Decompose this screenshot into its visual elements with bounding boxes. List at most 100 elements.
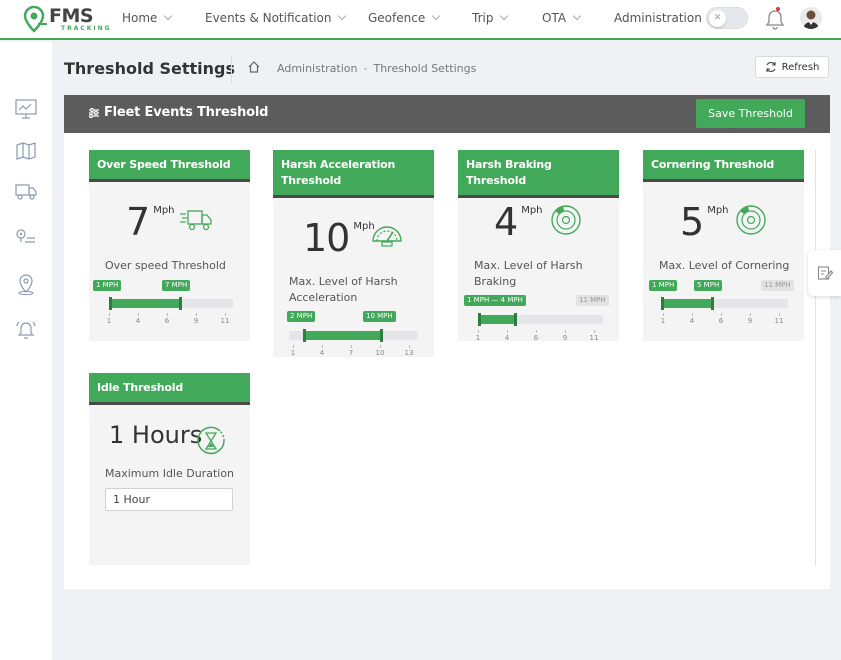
brake-disc-icon bbox=[736, 205, 766, 235]
location-pin-icon[interactable] bbox=[14, 272, 38, 296]
chevron-down-icon bbox=[338, 11, 347, 21]
card-label: Max. Level of Harsh Acceleration bbox=[289, 275, 398, 304]
value-unit: Mph bbox=[521, 205, 543, 216]
slider-limit-tag: 11 MPH bbox=[576, 295, 609, 306]
over-speed-card: Over Speed Threshold 7 Mph Over speed Thr… bbox=[89, 150, 250, 341]
nav-home-label: Home bbox=[122, 11, 158, 25]
slider-max-handle[interactable] bbox=[179, 297, 182, 310]
slider-max-tag: 10 MPH bbox=[363, 311, 396, 322]
top-navbar: FMS TRACKING Home Events & Notification … bbox=[0, 0, 841, 40]
breadcrumb-separator: - bbox=[363, 62, 368, 75]
edit-note-icon bbox=[817, 266, 833, 280]
over-speed-slider[interactable] bbox=[109, 297, 233, 310]
home-icon[interactable] bbox=[247, 60, 261, 74]
breadcrumb-current: Threshold Settings bbox=[373, 62, 477, 75]
tick-label: 1 bbox=[660, 317, 666, 325]
breadcrumb-administration[interactable]: Administration bbox=[277, 62, 358, 75]
refresh-icon bbox=[766, 62, 776, 72]
slider-max-handle[interactable] bbox=[380, 329, 383, 342]
tick-label: 9 bbox=[193, 317, 199, 325]
refresh-button[interactable]: Refresh bbox=[755, 56, 829, 78]
tick-label: 1 bbox=[475, 334, 481, 342]
harsh-acceleration-card: Harsh Acceleration Threshold 10 Mph Max. … bbox=[273, 150, 434, 357]
tick-label: 9 bbox=[747, 317, 753, 325]
slider-ticks: 1 4 6 9 11 bbox=[106, 313, 233, 325]
tick-label: 4 bbox=[689, 317, 695, 325]
chevron-down-icon bbox=[431, 11, 441, 21]
user-avatar-icon bbox=[803, 10, 819, 29]
value-unit: Mph bbox=[707, 205, 729, 216]
close-icon: ✕ bbox=[709, 10, 726, 27]
nav-ota[interactable]: OTA bbox=[542, 11, 582, 25]
slider-min-tag: 1 MPH bbox=[93, 280, 122, 291]
user-avatar[interactable] bbox=[800, 7, 822, 29]
slider-ticks: 1 4 6 9 11 bbox=[475, 330, 602, 342]
sliders-icon bbox=[89, 107, 99, 118]
theme-toggle[interactable]: ✕ bbox=[706, 7, 748, 29]
slider-ticks: 1 4 6 9 11 bbox=[660, 313, 787, 325]
save-threshold-button[interactable]: Save Threshold bbox=[696, 99, 805, 128]
tick-label: 13 bbox=[404, 349, 414, 357]
value-number: 5 bbox=[680, 200, 704, 244]
dashboard-monitor-icon[interactable] bbox=[14, 98, 38, 120]
slider-min-handle[interactable] bbox=[303, 329, 306, 342]
slider-range bbox=[109, 299, 181, 308]
breadcrumb: Administration - Threshold Settings bbox=[277, 62, 476, 75]
card-value: 1 Hours bbox=[109, 421, 202, 449]
cornering-slider[interactable] bbox=[661, 297, 788, 310]
idle-card: Idle Threshold 1 Hours Maximum Idle Dura… bbox=[89, 373, 250, 565]
map-icon[interactable] bbox=[14, 140, 38, 162]
speedometer-icon bbox=[372, 226, 402, 247]
brand-subtitle: TRACKING bbox=[61, 25, 112, 32]
harsh-braking-card: Harsh Braking Threshold 4 Mph Max. Level … bbox=[458, 150, 619, 342]
brand-name: FMS bbox=[49, 5, 94, 27]
slider-range bbox=[478, 315, 515, 324]
location-pin-logo-icon bbox=[23, 5, 47, 33]
panel-divider bbox=[815, 150, 816, 566]
nav-administration[interactable]: Administration bbox=[614, 11, 702, 25]
tick-label: 11 bbox=[774, 317, 784, 325]
tick-label: 1 bbox=[106, 317, 112, 325]
idle-duration-input[interactable]: 1 Hour bbox=[105, 488, 233, 511]
nav-events-notification[interactable]: Events & Notification bbox=[205, 11, 347, 25]
panel-title: Fleet Events Threshold bbox=[88, 105, 268, 120]
hourglass-icon bbox=[197, 426, 225, 455]
chevron-down-icon bbox=[164, 11, 173, 21]
nav-trip[interactable]: Trip bbox=[472, 11, 509, 25]
tick-label: 10 bbox=[375, 349, 385, 357]
nav-geofence[interactable]: Geofence bbox=[368, 11, 441, 25]
tick-label: 7 bbox=[348, 349, 354, 357]
nav-ota-label: OTA bbox=[542, 11, 567, 25]
slider-min-tag: 1 MPH bbox=[649, 280, 678, 291]
slider-range bbox=[661, 299, 712, 308]
slider-min-tag: 2 MPH bbox=[287, 311, 316, 322]
slider-max-handle[interactable] bbox=[514, 313, 517, 326]
route-icon[interactable] bbox=[14, 226, 38, 248]
nav-trip-label: Trip bbox=[472, 11, 494, 25]
floating-edit-button[interactable] bbox=[808, 250, 841, 296]
card-title: Over Speed Threshold bbox=[89, 150, 250, 182]
card-label: Max. Level of Harsh Braking bbox=[474, 259, 583, 288]
nav-geofence-label: Geofence bbox=[368, 11, 426, 25]
slider-limit-tag: 11 MPH bbox=[761, 280, 794, 291]
cornering-card: Cornering Threshold 5 Mph Max. Level of C… bbox=[643, 150, 804, 341]
bell-icon[interactable] bbox=[765, 7, 785, 31]
truck-icon[interactable] bbox=[14, 180, 38, 202]
nav-home[interactable]: Home bbox=[122, 11, 173, 25]
card-value: 5 Mph bbox=[680, 200, 729, 244]
nav-administration-label: Administration bbox=[614, 11, 702, 25]
harsh-braking-slider[interactable] bbox=[478, 313, 603, 326]
slider-min-handle[interactable] bbox=[661, 297, 664, 310]
slider-min-handle[interactable] bbox=[478, 313, 481, 326]
tick-label: 6 bbox=[533, 334, 539, 342]
nav-events-label: Events & Notification bbox=[205, 11, 332, 25]
slider-min-handle[interactable] bbox=[109, 297, 112, 310]
alarm-bell-icon[interactable] bbox=[14, 318, 38, 342]
slider-ticks: 1 4 7 10 13 bbox=[291, 345, 417, 357]
card-value: 10 Mph bbox=[303, 216, 375, 260]
card-title: Cornering Threshold bbox=[643, 150, 804, 182]
page-header: Threshold Settings Administration - Thresh… bbox=[64, 56, 830, 84]
panel-title-text: Fleet Events Threshold bbox=[104, 105, 269, 120]
harsh-acceleration-slider[interactable] bbox=[289, 329, 418, 342]
slider-max-handle[interactable] bbox=[711, 297, 714, 310]
